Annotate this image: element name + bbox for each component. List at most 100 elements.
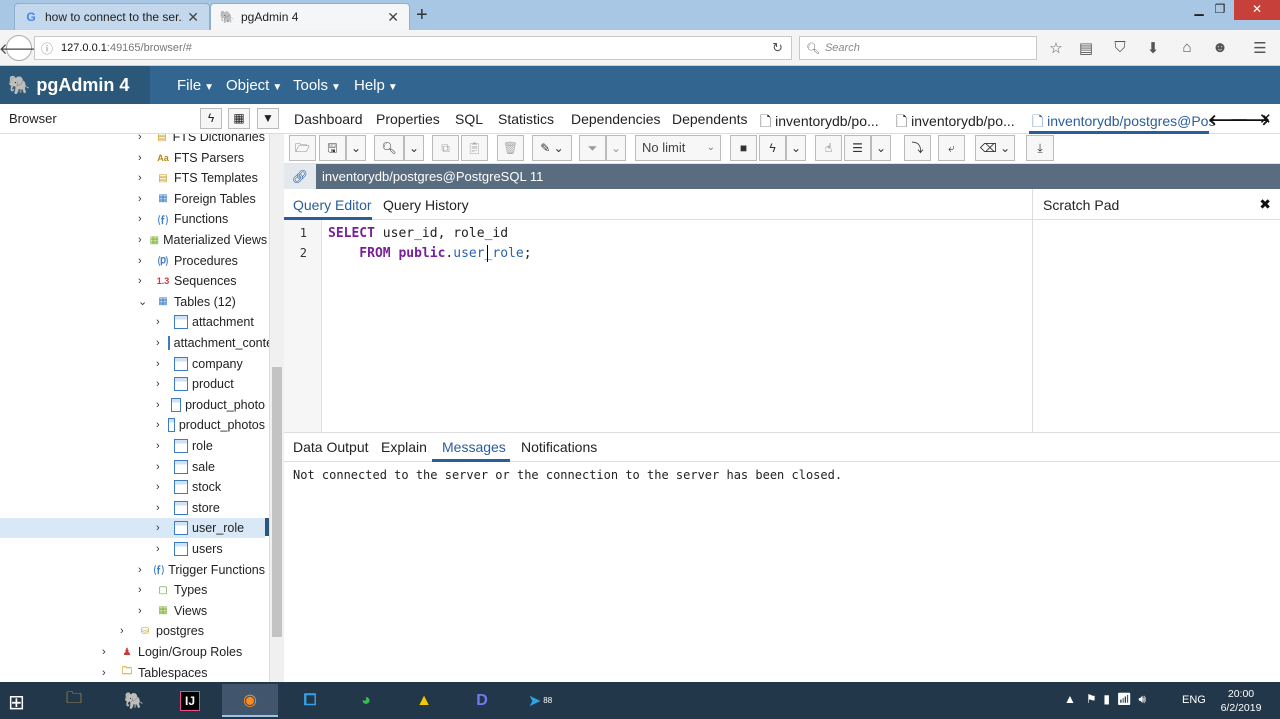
chevron-right-icon[interactable]: › (138, 172, 148, 184)
filter-options-dropdown[interactable]: ⌄ (606, 135, 626, 161)
tree-item[interactable]: › product_photos (0, 415, 265, 435)
query-tool-button[interactable]: ϟ (200, 108, 222, 129)
tab-explain[interactable]: Explain (381, 439, 427, 455)
tree-item[interactable]: › user_role (0, 518, 265, 539)
tree-item[interactable]: › ⒡ Functions (0, 209, 265, 229)
close-panel-icon[interactable]: ✕ (1259, 110, 1272, 128)
tree-item[interactable]: › ⛁ postgres (0, 621, 265, 641)
tree-item[interactable]: › ▦ Views (0, 601, 265, 621)
sublime-like-icon[interactable]: ⧠ (282, 684, 338, 717)
tree-item[interactable]: › ▤ FTS Dictionaries (0, 134, 265, 147)
filter-button[interactable]: ⏷ (579, 135, 606, 161)
tree-item[interactable]: › ▤ FTS Templates (0, 168, 265, 188)
firefox-icon[interactable]: ◉ (222, 684, 278, 717)
tree-item[interactable]: › stock (0, 477, 265, 497)
edit-button[interactable]: ✎ ⌄ (532, 135, 572, 161)
tree-item[interactable]: ⌄ ▦ Tables (12) (0, 292, 265, 312)
intellij-icon[interactable]: IJ (162, 684, 218, 717)
volume-icon[interactable]: 🔊︎ (1139, 692, 1147, 706)
tree-item[interactable]: › attachment (0, 312, 265, 332)
chevron-right-icon[interactable]: › (138, 234, 142, 246)
maximize-window-button[interactable]: ❐ (1206, 0, 1234, 20)
page-info-icon[interactable]: ⓘ (41, 40, 53, 57)
home-icon[interactable]: ⌂ (1177, 39, 1197, 57)
chevron-right-icon[interactable]: › (156, 543, 166, 555)
chevron-right-icon[interactable]: › (120, 625, 130, 637)
connection-label[interactable]: inventorydb/postgres@PostgreSQL 11 (322, 169, 543, 184)
reading-list-icon[interactable]: ▤ (1076, 39, 1096, 57)
close-tab-icon[interactable]: ✕ (387, 9, 399, 26)
clear-button[interactable]: ⌫ ⌄ (975, 135, 1015, 161)
tab-query-tool-1[interactable]: 🗋 inventorydb/po... (760, 111, 879, 135)
menu-icon[interactable]: ☰ (1250, 39, 1270, 57)
chevron-right-icon[interactable]: › (102, 667, 112, 679)
tab-data-output[interactable]: Data Output (293, 439, 369, 455)
find-options-dropdown[interactable]: ⌄ (404, 135, 424, 161)
chevron-right-icon[interactable]: › (138, 255, 148, 267)
chevron-right-icon[interactable]: › (138, 564, 146, 576)
tree-item[interactable]: › ▦ Foreign Tables (0, 189, 265, 209)
commit-button[interactable]: ⤵ (904, 135, 931, 161)
chevron-right-icon[interactable]: › (138, 275, 148, 287)
tree-item[interactable]: › product (0, 374, 265, 394)
tree-item[interactable]: › ▦ Materialized Views (0, 230, 267, 250)
telegram-icon[interactable]: ➤ 88 (512, 684, 568, 717)
tree-item[interactable]: › sale (0, 457, 265, 477)
filter-button[interactable]: ▼ (257, 108, 279, 129)
find-button[interactable]: 🔍︎ (374, 135, 404, 161)
show-hidden-icons-icon[interactable]: ▲ (1064, 692, 1076, 706)
chevron-down-icon[interactable]: ⌄ (138, 295, 148, 308)
reload-icon[interactable]: ↻ (772, 40, 783, 56)
bookmark-star-icon[interactable]: ☆ (1046, 39, 1066, 57)
chevron-right-icon[interactable]: › (156, 502, 166, 514)
explain-options-dropdown[interactable]: ⌄ (871, 135, 891, 161)
tree-item[interactable]: › attachment_conte (0, 333, 269, 353)
view-data-button[interactable]: ▦ (228, 108, 250, 129)
tree-item[interactable]: › company (0, 354, 265, 374)
device-icon[interactable]: ▮ (1103, 692, 1110, 706)
chevron-right-icon[interactable]: › (156, 378, 166, 390)
chevron-right-icon[interactable]: › (156, 337, 160, 349)
delete-button[interactable]: 🗑 (497, 135, 524, 161)
tree-item[interactable]: › product_photo (0, 395, 265, 415)
chevron-right-icon[interactable]: › (138, 134, 147, 143)
chevron-right-icon[interactable]: › (138, 152, 148, 164)
stop-button[interactable]: ■ (730, 135, 757, 161)
chevron-right-icon[interactable]: › (156, 419, 160, 431)
tree-item[interactable]: › ⒫ Procedures (0, 251, 265, 271)
clock[interactable]: 20:00 6/2/2019 (1216, 687, 1266, 715)
browser-tab-pgadmin[interactable]: 🐘 pgAdmin 4 ✕ (210, 3, 410, 30)
tab-query-tool-2[interactable]: 🗋 inventorydb/po... (896, 111, 1015, 135)
row-limit-select[interactable]: No limit ⌄ (635, 135, 721, 161)
language-indicator[interactable]: ENG (1182, 694, 1206, 706)
tab-query-editor[interactable]: Query Editor (293, 197, 372, 213)
tab-notifications[interactable]: Notifications (521, 439, 597, 455)
tab-query-history[interactable]: Query History (383, 197, 469, 213)
chevron-right-icon[interactable]: › (156, 440, 166, 452)
triangle-app-icon[interactable]: ▲ (396, 684, 452, 717)
explain-analyze-button[interactable]: ☰ (844, 135, 871, 161)
close-window-button[interactable]: ✕ (1234, 0, 1280, 20)
back-button[interactable]: 🡐 (0, 35, 39, 61)
tree-item[interactable]: › 1.3 Sequences (0, 271, 265, 291)
tab-statistics[interactable]: Statistics (498, 111, 554, 127)
tree-item[interactable]: › store (0, 498, 265, 518)
sql-editor[interactable]: 1 2 SELECT user_id, role_id FROM public.… (284, 220, 1032, 432)
chevron-right-icon[interactable]: › (138, 605, 148, 617)
tab-sql[interactable]: SQL (455, 111, 483, 127)
tree-item[interactable]: › Aa FTS Parsers (0, 148, 265, 168)
tree-scrollbar[interactable] (269, 134, 284, 682)
chevron-right-icon[interactable]: › (156, 316, 166, 328)
tab-dashboard[interactable]: Dashboard (294, 111, 363, 127)
network-icon[interactable]: 📶︎ (1117, 692, 1132, 706)
chevron-right-icon[interactable]: › (156, 522, 166, 534)
download-csv-button[interactable]: ⤓ (1026, 135, 1054, 161)
new-tab-button[interactable]: + (416, 4, 428, 27)
tab-dependencies[interactable]: Dependencies (571, 111, 661, 127)
pgadmin-taskbar-icon[interactable]: 🐘 (106, 684, 162, 717)
file-explorer-icon[interactable]: 🗀 (46, 684, 102, 717)
connection-status-icon[interactable]: 🔗︎ (284, 164, 316, 189)
tree-item[interactable]: › ♟ Login/Group Roles (0, 642, 265, 662)
menu-help[interactable]: Help ▼ (354, 77, 398, 94)
copy-button[interactable]: ⧉ (432, 135, 459, 161)
